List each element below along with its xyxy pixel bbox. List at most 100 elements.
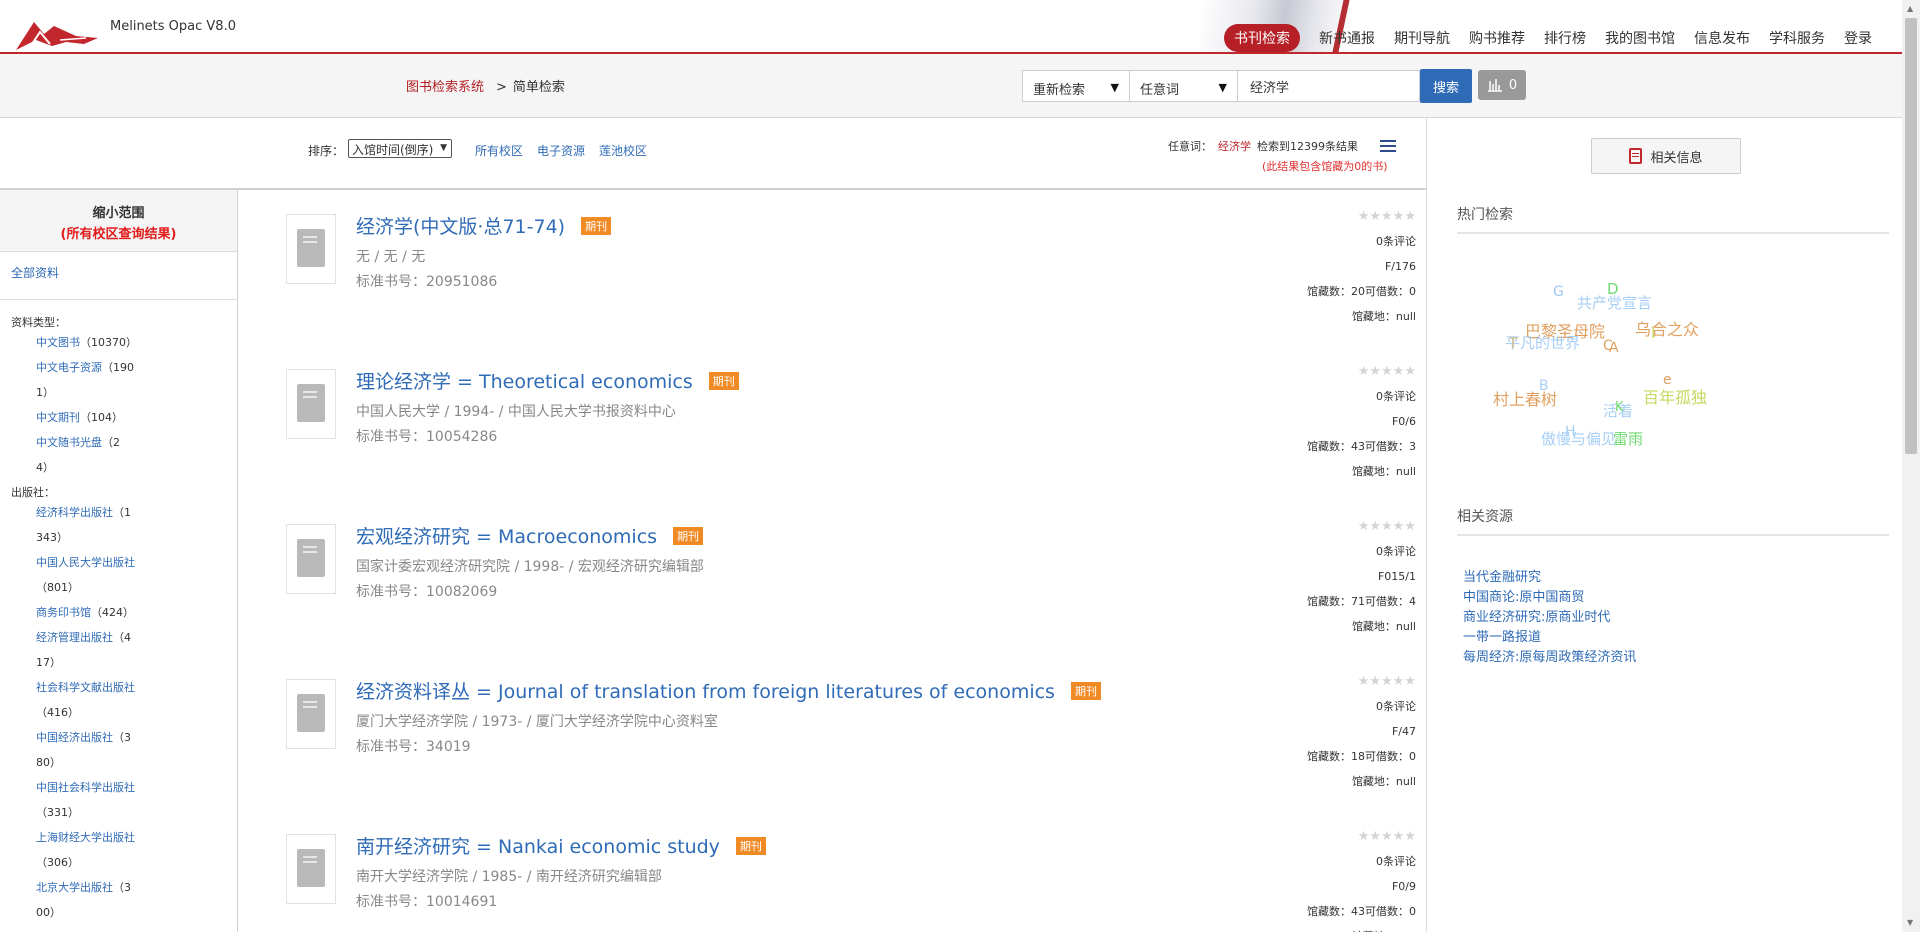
facet-item[interactable]: 中国经济出版社（3 80） xyxy=(0,725,150,775)
filter-subtitle: (所有校区查询结果) xyxy=(60,227,177,242)
facet-label: 中文期刊 xyxy=(36,411,80,424)
resource-link[interactable]: 当代金融研究 xyxy=(1463,568,1636,588)
result-title-link[interactable]: 经济资料译丛 = Journal of translation from for… xyxy=(356,681,1055,703)
facet-label: 中文图书 xyxy=(36,336,80,349)
facet-item[interactable]: 中文电子资源（190 1） xyxy=(0,355,150,405)
result-location: 馆藏地：null xyxy=(1351,620,1416,633)
caret-down-icon: ▼ xyxy=(1218,81,1227,94)
facet-count-cont: 1） xyxy=(36,386,54,399)
nav-new-books[interactable]: 新书通报 xyxy=(1319,28,1375,48)
scroll-down-icon[interactable]: ▼ xyxy=(1907,918,1913,927)
list-view-icon[interactable] xyxy=(1380,140,1396,154)
facet-count: （10370） xyxy=(80,336,137,349)
result-title-link[interactable]: 经济学(中文版·总71-74) xyxy=(356,216,565,238)
result-location: 馆藏地：null xyxy=(1351,465,1416,478)
hot-search-tag[interactable]: 乌合之众 xyxy=(1635,316,1699,340)
nav-purchase-recommend[interactable]: 购书推荐 xyxy=(1469,28,1525,48)
result-note: (此结果包含馆藏为0的书) xyxy=(1262,160,1388,173)
result-meta: ★★★★★ 0条评论 F/47 馆藏数：18可借数：0 馆藏地：null xyxy=(1307,669,1416,794)
result-title-row: 南开经济研究 = Nankai economic study 期刊 xyxy=(356,832,766,859)
nav-announcements[interactable]: 信息发布 xyxy=(1694,28,1750,48)
hot-search-tag[interactable]: G xyxy=(1553,284,1564,300)
hot-search-tag[interactable]: D xyxy=(1607,280,1619,298)
app-header: Melinets Opac V8.0 书刊检索 新书通报 期刊导航 购书推荐 排… xyxy=(0,0,1902,54)
result-meta: ★★★★★ 0条评论 F0/9 馆藏数：43可借数：0 馆藏地：null xyxy=(1307,824,1416,932)
breadcrumb-root-link[interactable]: 图书检索系统 xyxy=(406,80,484,95)
hot-search-tag[interactable]: K xyxy=(1615,400,1624,415)
hot-search-tag[interactable]: 百年孤独 xyxy=(1643,384,1707,408)
facet-count: （104） xyxy=(80,411,123,424)
facet-item[interactable]: 经济管理出版社（4 17） xyxy=(0,625,150,675)
result-reviews: 0条评论 xyxy=(1376,390,1416,403)
scope-all-campuses[interactable]: 所有校区 xyxy=(475,142,523,159)
nav-rankings[interactable]: 排行榜 xyxy=(1544,28,1586,48)
result-title-link[interactable]: 南开经济研究 = Nankai economic study xyxy=(356,836,720,858)
search-controls: 重新检索 ▼ 任意词 ▼ 搜索 0 xyxy=(1022,69,1526,103)
book-cover-icon[interactable] xyxy=(286,524,336,594)
nav-book-search[interactable]: 书刊检索 xyxy=(1224,24,1300,52)
book-cover-icon[interactable] xyxy=(286,679,336,749)
search-mode-select[interactable]: 重新检索 ▼ xyxy=(1022,70,1130,102)
search-input[interactable] xyxy=(1238,70,1420,102)
scroll-up-icon[interactable]: ▲ xyxy=(1907,4,1913,13)
facet-count-cont: 80） xyxy=(36,756,61,769)
result-title-row: 经济学(中文版·总71-74) 期刊 xyxy=(356,212,612,239)
sort-select[interactable]: 入馆时间(倒序) ▼ xyxy=(348,139,452,158)
book-cover-icon[interactable] xyxy=(286,369,336,439)
facet-item[interactable]: 上海财经大学出版社 （306） xyxy=(0,825,150,875)
facet-item[interactable]: 商务印书馆（424） xyxy=(0,600,150,625)
result-title-link[interactable]: 宏观经济研究 = Macroeconomics xyxy=(356,526,657,548)
facet-item[interactable]: 中文图书（10370） xyxy=(0,330,150,355)
facet-count: （1 xyxy=(113,506,131,519)
related-info-button[interactable]: 相关信息 xyxy=(1591,138,1741,174)
hot-search-tag[interactable]: 傲慢与偏见 xyxy=(1541,428,1616,449)
bookshelf-button[interactable]: 0 xyxy=(1478,70,1526,100)
search-field-select[interactable]: 任意词 ▼ xyxy=(1130,70,1238,102)
hot-search-tag[interactable]: 雷雨 xyxy=(1613,428,1643,449)
rating-stars-icon: ★★★★★ xyxy=(1357,674,1416,689)
hot-search-tag[interactable]: I xyxy=(1651,324,1655,342)
nav-subject-services[interactable]: 学科服务 xyxy=(1769,28,1825,48)
facet-label: 中国社会科学出版社 xyxy=(36,781,135,794)
facet-item[interactable]: 社会科学文献出版社 （416） xyxy=(0,675,150,725)
result-title-link[interactable]: 理论经济学 = Theoretical economics xyxy=(356,371,693,393)
type-badge: 期刊 xyxy=(673,527,704,545)
resource-link[interactable]: 每周经济:原每周政策经济资讯 xyxy=(1463,648,1636,668)
scroll-thumb[interactable] xyxy=(1905,18,1917,454)
facet-item[interactable]: 北京大学出版社（3 00） xyxy=(0,875,150,925)
hot-search-tag[interactable]: T xyxy=(1509,336,1518,352)
result-reviews: 0条评论 xyxy=(1376,545,1416,558)
nav-login[interactable]: 登录 xyxy=(1844,28,1872,48)
filter-all-materials[interactable]: 全部资料 xyxy=(0,252,237,300)
result-location: 馆藏地：null xyxy=(1351,775,1416,788)
resource-link[interactable]: 中国商论:原中国商贸 xyxy=(1463,588,1636,608)
facet-item[interactable]: 中文随书光盘（2 4） xyxy=(0,430,150,480)
hot-search-tag[interactable]: A xyxy=(1609,340,1619,356)
nav-journals[interactable]: 期刊导航 xyxy=(1394,28,1450,48)
search-button[interactable]: 搜索 xyxy=(1420,69,1472,103)
facet-count-cont: （331） xyxy=(36,806,79,819)
facet-label: 中国经济出版社 xyxy=(36,731,113,744)
breadcrumb-current: 简单检索 xyxy=(512,80,565,95)
scope-electronic[interactable]: 电子资源 xyxy=(537,142,585,159)
facet-count: （3 xyxy=(113,731,131,744)
book-cover-icon[interactable] xyxy=(286,834,336,904)
scope-lianchi-campus[interactable]: 莲池校区 xyxy=(599,142,647,159)
result-isbn: 标准书号：10082069 xyxy=(356,584,498,600)
facet-item[interactable]: 中文期刊（104） xyxy=(0,405,150,430)
hot-search-tag[interactable]: 村上春树 xyxy=(1493,386,1557,410)
book-cover-icon[interactable] xyxy=(286,214,336,284)
facet-item[interactable]: 中国社会科学出版社 （331） xyxy=(0,775,150,825)
result-title-row: 宏观经济研究 = Macroeconomics 期刊 xyxy=(356,522,704,549)
facet-count: （190 xyxy=(102,361,134,374)
result-isbn: 标准书号：10054286 xyxy=(356,429,498,445)
result-publication: 无 / 无 / 无 xyxy=(356,249,426,265)
resource-link[interactable]: 商业经济研究:原商业时代 xyxy=(1463,608,1636,628)
result-holdings: 馆藏数：71可借数：4 xyxy=(1307,595,1416,608)
facet-item[interactable]: 经济科学出版社（1 343） xyxy=(0,500,150,550)
resource-link[interactable]: 一带一路报道 xyxy=(1463,628,1636,648)
nav-my-library[interactable]: 我的图书馆 xyxy=(1605,28,1675,48)
page-scrollbar[interactable]: ▲ ▼ xyxy=(1902,0,1920,932)
top-navigation: 书刊检索 新书通报 期刊导航 购书推荐 排行榜 我的图书馆 信息发布 学科服务 … xyxy=(1224,24,1872,52)
facet-item[interactable]: 中国人民大学出版社 （801） xyxy=(0,550,150,600)
